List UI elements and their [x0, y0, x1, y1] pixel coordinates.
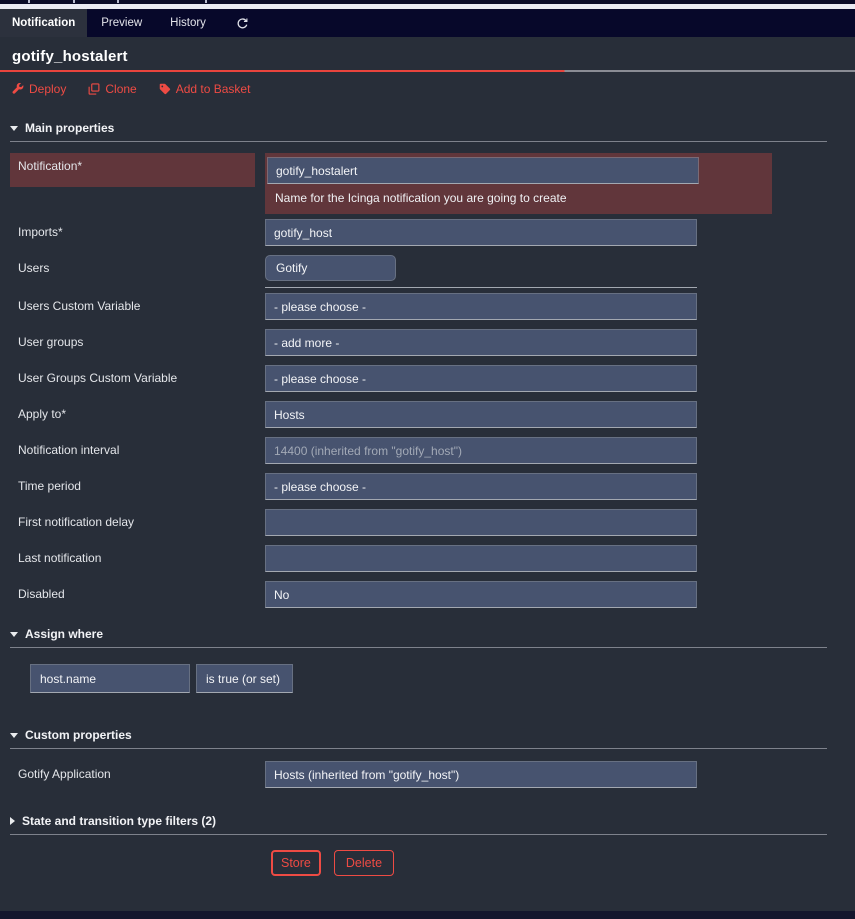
field-label: Notification*	[10, 153, 255, 187]
form-row-gotify-application: Gotify Application Hosts (inherited from…	[10, 761, 855, 788]
form-row-first-notification-delay: First notification delay	[10, 509, 855, 536]
field-label: First notification delay	[10, 509, 255, 535]
action-links: Deploy Clone Add to Basket	[0, 72, 855, 100]
field-label: Last notification	[10, 545, 255, 571]
wrench-icon	[12, 83, 24, 95]
field-label: User groups	[10, 329, 255, 355]
section-state-transition-filters[interactable]: State and transition type filters (2)	[10, 814, 827, 835]
expand-triangle-icon	[10, 817, 15, 825]
form-row-notification-interval: Notification interval	[10, 437, 855, 464]
field-label: Users Custom Variable	[10, 293, 255, 319]
form-row-user-groups-custom-variable: User Groups Custom Variable - please cho…	[10, 365, 855, 392]
bottom-bar	[0, 911, 855, 919]
tag-icon	[159, 83, 171, 95]
highlighted-field-area: Name for the Icinga notification you are…	[265, 153, 772, 214]
delete-button[interactable]: Delete	[334, 850, 394, 876]
form-row-time-period: Time period - please choose -	[10, 473, 855, 500]
form-row-users-custom-variable: Users Custom Variable - please choose -	[10, 293, 855, 320]
first-notification-delay-input[interactable]	[265, 509, 697, 536]
section-assign-where[interactable]: Assign where	[10, 627, 827, 648]
filter-operator-select[interactable]: is true (or set)	[196, 664, 293, 693]
field-label: Apply to*	[10, 401, 255, 427]
form-row-last-notification: Last notification	[10, 545, 855, 572]
store-button[interactable]: Store	[271, 850, 321, 876]
last-notification-input[interactable]	[265, 545, 697, 572]
deploy-label: Deploy	[29, 82, 66, 96]
field-label: Time period	[10, 473, 255, 499]
notification-form: Notification* Name for the Icinga notifi…	[0, 153, 855, 608]
collapse-triangle-icon	[10, 632, 18, 637]
field-label: Imports*	[10, 219, 255, 245]
apply-to-select[interactable]: Hosts	[265, 401, 697, 428]
field-label: Users	[10, 255, 255, 281]
gotify-application-select[interactable]: Hosts (inherited from "gotify_host")	[265, 761, 697, 788]
notification-name-input[interactable]	[267, 157, 699, 184]
form-row-apply-to: Apply to* Hosts	[10, 401, 855, 428]
section-title: Main properties	[25, 121, 114, 135]
clone-label: Clone	[105, 82, 136, 96]
cutoff-text-fragment	[73, 0, 75, 3]
form-buttons: Store Delete	[271, 850, 855, 876]
form-row-imports: Imports*	[10, 219, 855, 246]
time-period-select[interactable]: - please choose -	[265, 473, 697, 500]
add-to-basket-link[interactable]: Add to Basket	[159, 82, 251, 96]
clone-link[interactable]: Clone	[88, 82, 136, 96]
section-title: State and transition type filters (2)	[22, 814, 216, 828]
user-groups-custom-variable-select[interactable]: - please choose -	[265, 365, 697, 392]
tab-bar: Notification Preview History	[0, 9, 855, 37]
users-select[interactable]: Gotify	[265, 255, 396, 281]
form-row-user-groups: User groups - add more -	[10, 329, 855, 356]
topbar-cutoff	[0, 0, 855, 4]
section-custom-properties[interactable]: Custom properties	[10, 728, 827, 749]
clone-icon	[88, 83, 100, 95]
collapse-triangle-icon	[10, 733, 18, 738]
field-label: Disabled	[10, 581, 255, 607]
page-title: gotify_hostalert	[12, 48, 843, 65]
cutoff-text-fragment	[117, 0, 119, 3]
user-groups-select[interactable]: - add more -	[265, 329, 697, 356]
tab-notification[interactable]: Notification	[0, 9, 87, 37]
page-header: gotify_hostalert	[0, 37, 855, 72]
imports-input[interactable]	[265, 219, 697, 246]
field-separator	[265, 287, 697, 288]
refresh-icon[interactable]	[226, 9, 259, 37]
section-title: Assign where	[25, 627, 103, 641]
tab-preview[interactable]: Preview	[87, 9, 156, 37]
field-label: Gotify Application	[10, 761, 255, 787]
section-main-properties[interactable]: Main properties	[10, 121, 827, 142]
section-title: Custom properties	[25, 728, 132, 742]
deploy-link[interactable]: Deploy	[12, 82, 66, 96]
disabled-select[interactable]: No	[265, 581, 697, 608]
field-label: Notification interval	[10, 437, 255, 463]
cutoff-text-fragment	[28, 0, 30, 3]
assign-filter-row: is true (or set)	[30, 664, 855, 693]
add-to-basket-label: Add to Basket	[176, 82, 251, 96]
field-label: User Groups Custom Variable	[10, 365, 255, 391]
form-row-disabled: Disabled No	[10, 581, 855, 608]
notification-interval-input[interactable]	[265, 437, 697, 464]
collapse-triangle-icon	[10, 126, 18, 131]
form-row-users: Users Gotify	[10, 255, 855, 288]
filter-property-input[interactable]	[30, 664, 190, 693]
form-row-notification: Notification* Name for the Icinga notifi…	[10, 153, 855, 214]
field-hint: Name for the Icinga notification you are…	[267, 184, 772, 205]
users-custom-variable-select[interactable]: - please choose -	[265, 293, 697, 320]
cutoff-text-fragment	[205, 0, 207, 3]
tab-history[interactable]: History	[156, 9, 220, 37]
